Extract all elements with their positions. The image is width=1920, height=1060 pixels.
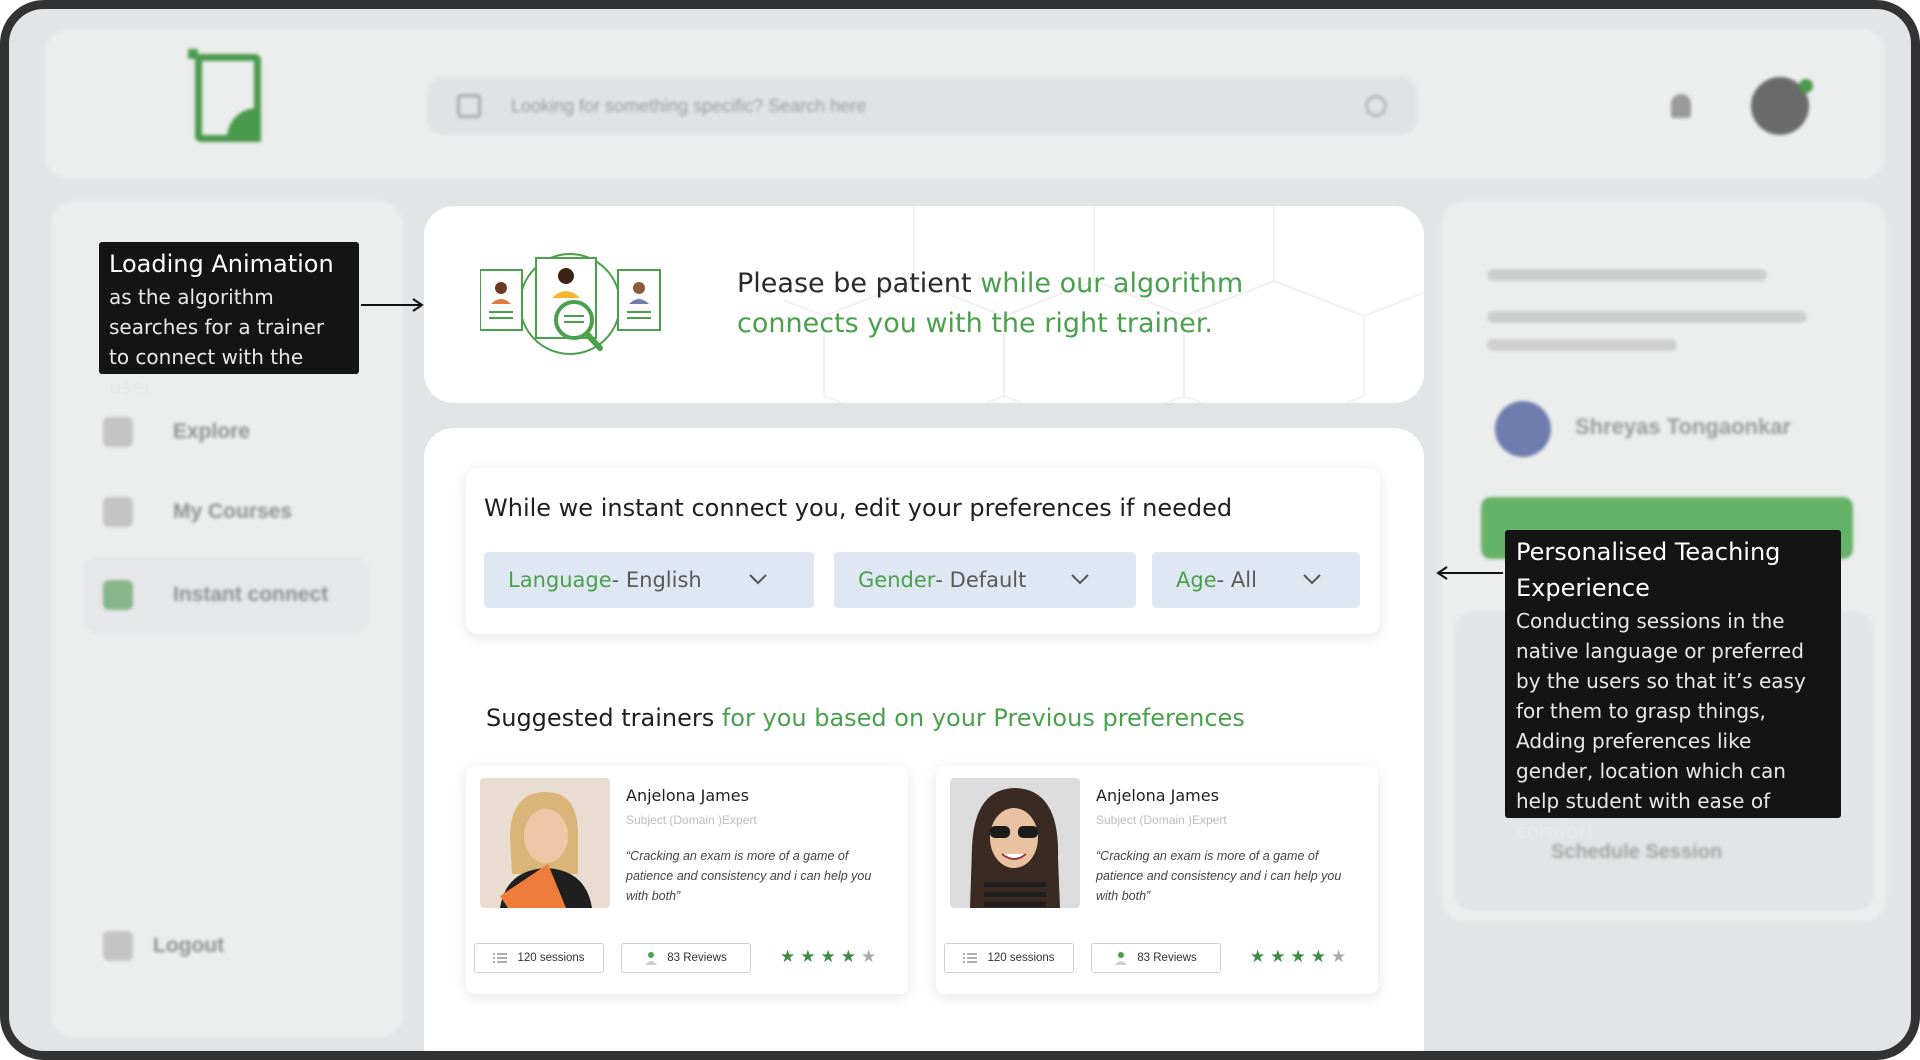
chevron-down-icon (1071, 574, 1089, 585)
manager-name: Shreyas Tongaonkar (1575, 414, 1791, 439)
trainer-photo (950, 778, 1080, 908)
sidebar-item-explore[interactable]: Explore (103, 417, 250, 447)
star-icon: ★ (780, 947, 796, 967)
preferences-panel: While we instant connect you, edit your … (466, 468, 1380, 634)
star-icon: ★ (1310, 947, 1326, 967)
loading-message-plain: Please be patient (737, 268, 981, 299)
trainer-quote: “Cracking an exam is more of a game of p… (626, 849, 872, 903)
star-icon: ★ (840, 947, 856, 967)
suggested-title-plain: Suggested trainers (486, 704, 722, 732)
star-icon: ★ (1331, 947, 1347, 967)
list-icon (493, 953, 508, 963)
courses-icon (103, 497, 133, 527)
trainer-name: Anjelona James (1096, 786, 1219, 805)
reviews-badge[interactable]: 83 Reviews (1091, 943, 1221, 973)
list-icon (963, 953, 978, 963)
trainer-quote: “Cracking an exam is more of a game of p… (1096, 849, 1342, 903)
reviews-count: 83 Reviews (1137, 952, 1197, 964)
sidebar-item-label: Explore (173, 420, 251, 443)
dropdown-value: - English (611, 568, 702, 592)
annotation-description: Conducting sessions in the native langua… (1516, 609, 1806, 843)
sessions-count: 120 sessions (987, 952, 1055, 964)
annotation-title: Loading Animation (109, 250, 334, 278)
screen-frame: Looking for something specific? Search h… (0, 0, 1920, 1060)
sidebar-item-logout[interactable]: Logout (103, 931, 224, 961)
dropdown-value: - Default (935, 568, 1027, 592)
sessions-count: 120 sessions (517, 952, 585, 964)
trainer-photo (480, 778, 610, 908)
sessions-badge: 120 sessions (944, 943, 1074, 973)
sidebar-item-label: My Courses (173, 500, 293, 523)
loading-card: Please be patient while our algorithm co… (424, 206, 1424, 403)
annotation-personalised-teaching: Personalised Teaching Experience Conduct… (1505, 530, 1841, 843)
annotation-description: as the algorithm searches for a trainer … (109, 285, 325, 399)
search-bar[interactable]: Looking for something specific? Search h… (427, 77, 1417, 135)
star-icon: ★ (861, 947, 877, 967)
trainer-card[interactable]: Anjelona James Subject (Domain )Expert “… (466, 766, 908, 994)
star-icon: ★ (820, 947, 836, 967)
connect-icon (103, 580, 133, 610)
annotation-loading-animation: Loading Animation as the algorithm searc… (99, 242, 359, 399)
trainer-name: Anjelona James (626, 786, 749, 805)
sessions-badge: 120 sessions (474, 943, 604, 973)
trainer-role: Subject (Domain )Expert (626, 813, 757, 827)
star-icon: ★ (1290, 947, 1306, 967)
annotation-title: Personalised Teaching Experience (1516, 538, 1781, 602)
sidebar-item-label: Logout (153, 934, 225, 957)
search-icon[interactable] (1365, 95, 1387, 117)
star-icon: ★ (800, 947, 816, 967)
contact-text-line (1487, 339, 1677, 351)
rating-stars: ★ ★ ★ ★ ★ (1250, 948, 1346, 966)
menu-icon[interactable] (457, 94, 481, 118)
sidebar-item-instant-connect[interactable]: Instant connect (103, 580, 328, 610)
star-icon: ★ (1270, 947, 1286, 967)
trainer-card[interactable]: Anjelona James Subject (Domain )Expert “… (936, 766, 1378, 994)
dropdown-key: Gender (858, 568, 936, 592)
loading-message: Please be patient while our algorithm co… (737, 264, 1297, 344)
reviewer-icon (1115, 952, 1128, 965)
dropdown-key: Language (508, 568, 612, 592)
search-placeholder: Looking for something specific? Search h… (511, 95, 867, 116)
contact-text-line (1487, 311, 1807, 323)
bell-icon[interactable] (1671, 94, 1691, 118)
age-dropdown[interactable]: Age - All (1152, 552, 1360, 608)
language-dropdown[interactable]: Language - English (484, 552, 814, 608)
explore-icon (103, 417, 133, 447)
trainer-search-illustration (480, 253, 661, 355)
arrow-right-icon (361, 298, 424, 312)
chevron-down-icon (749, 574, 767, 585)
chevron-down-icon (1303, 574, 1321, 585)
preferences-title: While we instant connect you, edit your … (484, 494, 1233, 522)
app-logo (188, 49, 261, 142)
reviews-count: 83 Reviews (667, 952, 727, 964)
reviewer-icon (645, 952, 658, 965)
trainer-role: Subject (Domain )Expert (1096, 813, 1227, 827)
reviews-badge[interactable]: 83 Reviews (621, 943, 751, 973)
arrow-left-icon (1436, 566, 1503, 580)
sidebar-item-my-courses[interactable]: My Courses (103, 497, 292, 527)
suggested-trainers-title: Suggested trainers for you based on your… (486, 704, 1245, 732)
suggested-title-highlight: for you based on your Previous preferenc… (721, 704, 1245, 732)
contact-heading (1487, 269, 1767, 281)
dropdown-key: Age (1176, 568, 1217, 592)
sidebar-item-label: Instant connect (173, 583, 329, 606)
user-avatar[interactable] (1751, 77, 1813, 135)
gender-dropdown[interactable]: Gender - Default (834, 552, 1136, 608)
manager-avatar (1495, 401, 1551, 457)
rating-stars: ★ ★ ★ ★ ★ (780, 948, 876, 966)
logout-icon (103, 931, 133, 961)
star-icon: ★ (1250, 947, 1266, 967)
instant-connect-card: While we instant connect you, edit your … (424, 428, 1424, 1051)
dropdown-value: - All (1216, 568, 1257, 592)
